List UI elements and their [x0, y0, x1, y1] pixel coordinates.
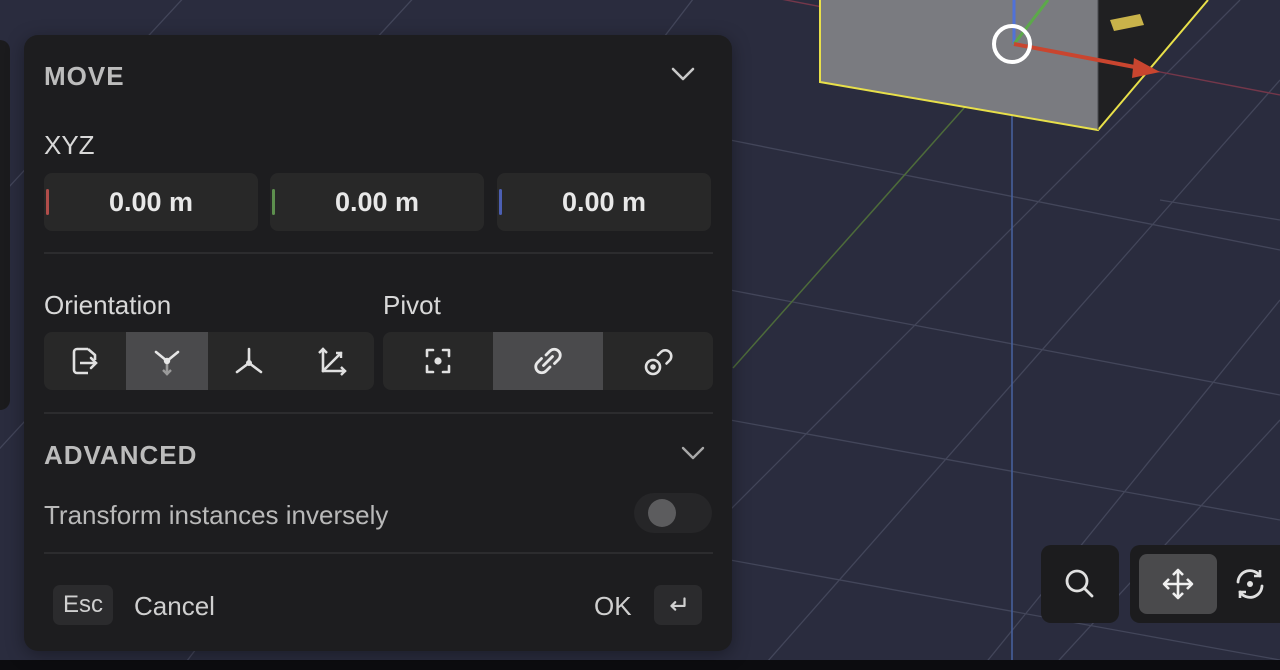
pivot-label: Pivot [383, 290, 441, 320]
y-value-text: 0.00 m [334, 186, 420, 217]
global-axes-icon [235, 347, 263, 374]
chevron-down-icon[interactable] [669, 60, 697, 88]
center-target-icon [425, 348, 451, 374]
z-axis-indicator [499, 189, 502, 215]
move-icon [1162, 568, 1194, 600]
z-value-field[interactable]: 0.00 m [497, 173, 711, 231]
toggle-knob [648, 499, 676, 527]
cancel-button[interactable]: Cancel [134, 591, 215, 622]
transform-toolbar-group [1130, 545, 1280, 623]
xyz-label: XYZ [44, 130, 95, 160]
pivot-link-button[interactable] [493, 332, 603, 390]
transform-inversely-toggle[interactable] [634, 493, 712, 533]
orientation-label: Orientation [44, 290, 172, 320]
transform-inversely-label: Transform instances inversely [44, 500, 389, 530]
divider [44, 552, 713, 554]
export-arrow-icon [72, 347, 98, 375]
link-icon [534, 347, 562, 375]
pivot-center-button[interactable] [383, 332, 493, 390]
local-axes-icon [318, 347, 347, 376]
search-icon [1065, 569, 1094, 598]
move-section-title: MOVE [44, 61, 125, 91]
normal-axes-icon [154, 350, 180, 376]
enter-key-badge [654, 585, 702, 625]
orientation-export-button[interactable] [44, 332, 126, 390]
y-value-field[interactable]: 0.00 m [270, 173, 484, 231]
search-toolbar-group [1041, 545, 1119, 623]
rotate-icon [1236, 569, 1264, 599]
esc-key-badge: Esc [53, 585, 113, 625]
orientation-button-group [44, 332, 374, 390]
divider [44, 412, 713, 414]
rotate-tool-button[interactable] [1230, 554, 1280, 614]
ok-button[interactable]: OK [594, 591, 632, 622]
x-value-field[interactable]: 0.00 m [44, 173, 258, 231]
bottom-status-bar [0, 660, 1280, 670]
orientation-normal-button[interactable] [126, 332, 208, 390]
move-operator-panel: MOVE XYZ 0.00 m 0.00 m 0.00 m Orientatio… [24, 35, 732, 651]
divider [44, 252, 713, 254]
z-value-text: 0.00 m [561, 186, 647, 217]
x-value-text: 0.00 m [108, 186, 194, 217]
orientation-local-button[interactable] [290, 332, 374, 390]
move-tool-button[interactable] [1139, 554, 1217, 614]
advanced-section-title: ADVANCED [44, 440, 198, 470]
chevron-down-icon[interactable] [679, 439, 707, 467]
search-button[interactable] [1050, 554, 1110, 614]
linked-pivot-icon [644, 349, 673, 376]
y-axis-indicator [272, 189, 275, 215]
pivot-button-group [383, 332, 713, 390]
x-axis-indicator [46, 189, 49, 215]
left-panel-edge [0, 40, 10, 410]
enter-key-icon [670, 597, 686, 611]
pivot-linked-origin-button[interactable] [603, 332, 713, 390]
orientation-global-button[interactable] [208, 332, 290, 390]
